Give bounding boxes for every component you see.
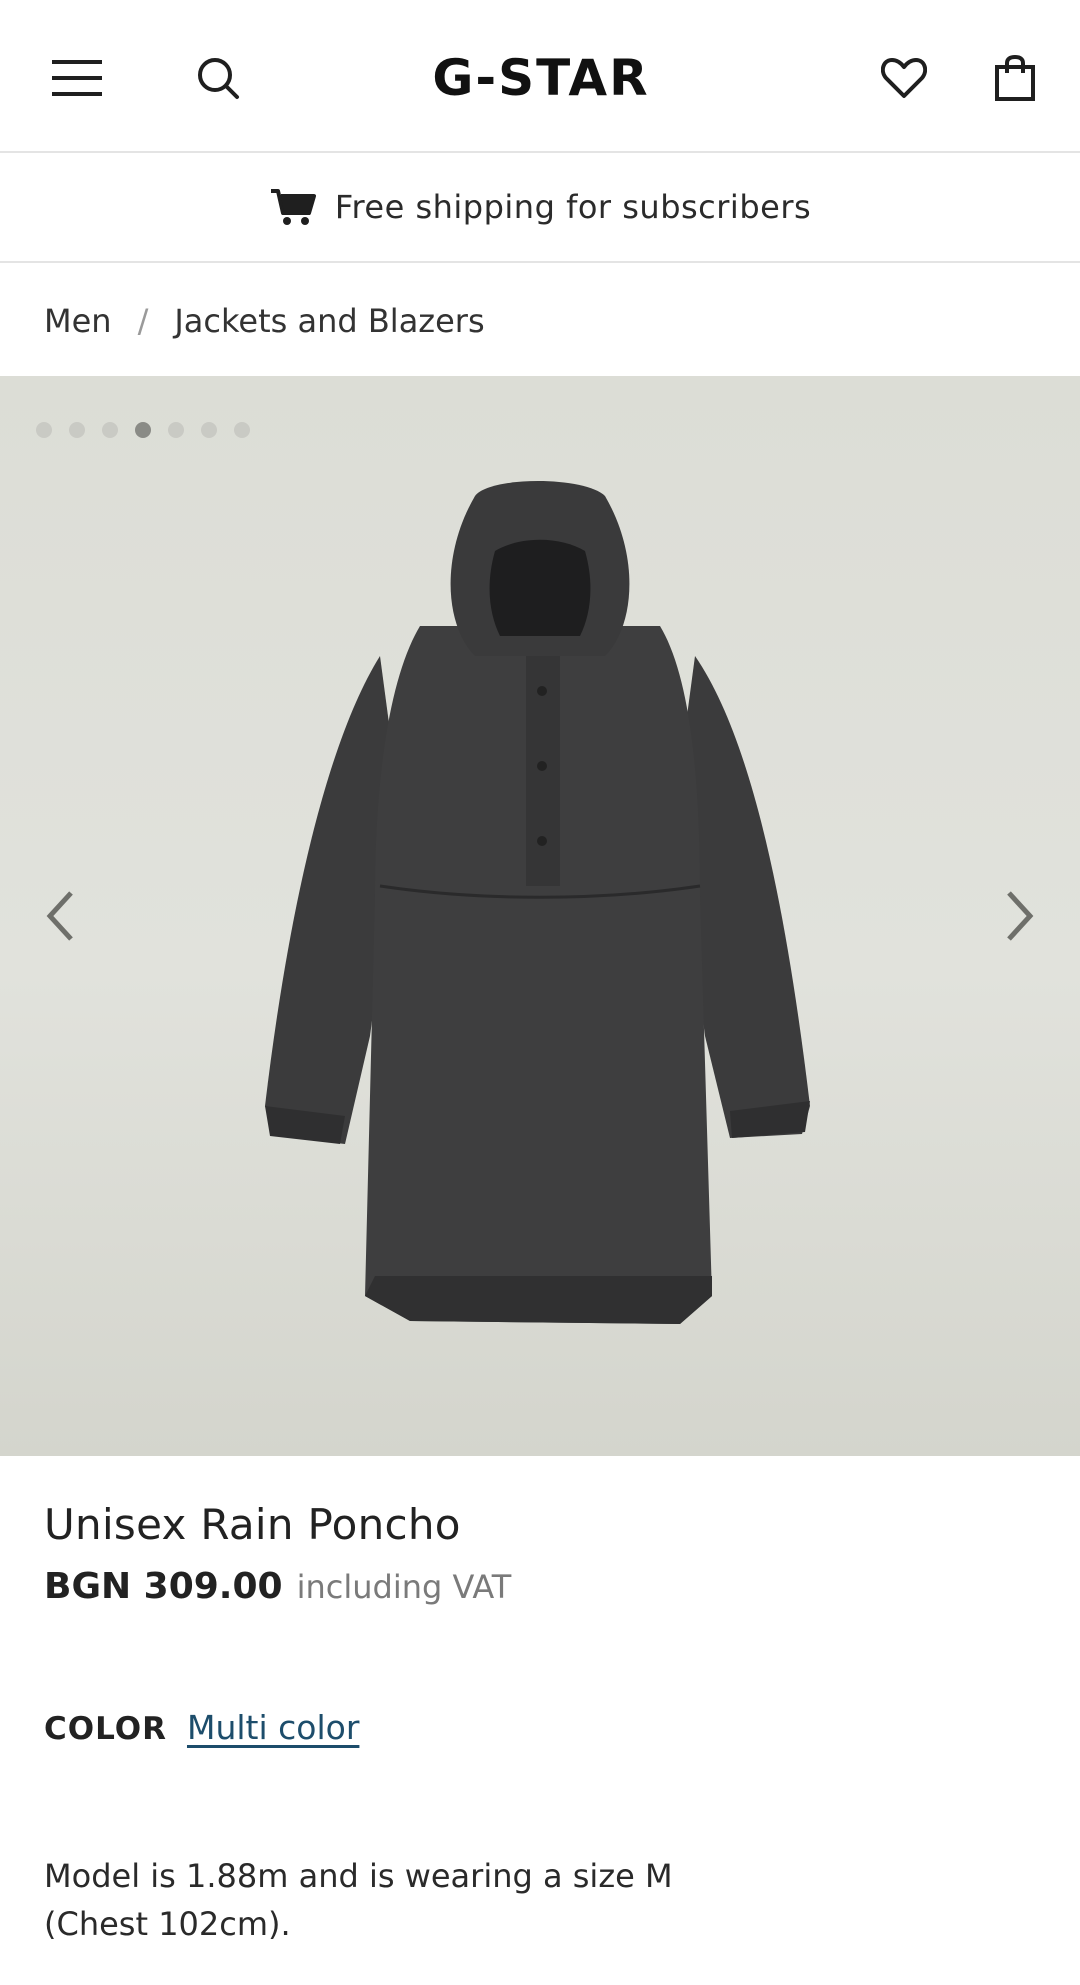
price-row: BGN 309.00 including VAT [44,1566,511,1607]
menu-icon [52,60,102,96]
price-vat-note: including VAT [296,1568,512,1606]
gallery-dot[interactable] [201,422,217,438]
cart-button[interactable] [983,46,1047,110]
product-price: BGN 309.00 [44,1566,283,1607]
shopping-bag-icon [995,55,1035,101]
search-button[interactable] [186,48,250,108]
gallery-dot[interactable] [234,422,250,438]
model-size-info: Model is 1.88m and is wearing a size M (… [44,1852,744,1948]
gallery-dot[interactable] [168,422,184,438]
chevron-right-icon [1007,891,1034,941]
product-title: Unisex Rain Poncho [44,1500,461,1549]
breadcrumb-item-men[interactable]: Men [44,302,112,340]
gallery-dot[interactable] [102,422,118,438]
gallery-prev-button[interactable] [30,876,90,956]
logo-text: G-STAR [432,50,649,104]
gallery-dot[interactable] [69,422,85,438]
product-gallery[interactable] [0,376,1080,1456]
color-selector: COLOR Multi color [44,1708,359,1747]
promo-text: Free shipping for subscribers [334,188,812,226]
wishlist-button[interactable] [872,46,936,110]
breadcrumb-separator: / [137,302,149,340]
menu-button[interactable] [44,48,110,108]
model-info-line-2: (Chest 102cm). [44,1905,291,1943]
gstar-logo[interactable]: G-STAR [396,50,686,104]
color-value-link[interactable]: Multi color [187,1708,359,1747]
gallery-dot-active[interactable] [135,422,151,438]
product-image-rain-poncho [265,481,810,1324]
cart-icon [270,189,316,225]
gallery-next-button[interactable] [990,876,1050,956]
breadcrumb-item-jackets[interactable]: Jackets and Blazers [174,302,484,340]
promo-banner[interactable]: Free shipping for subscribers [0,153,1080,263]
search-icon [198,58,239,99]
chevron-left-icon [46,891,73,941]
breadcrumb: Men / Jackets and Blazers [44,296,485,346]
model-info-line-1: Model is 1.88m and is wearing a size M [44,1857,673,1895]
heart-icon [881,58,927,98]
gallery-dot[interactable] [36,422,52,438]
color-label: COLOR [44,1711,167,1747]
gallery-pagination [36,422,250,438]
site-header: G-STAR [0,0,1080,153]
